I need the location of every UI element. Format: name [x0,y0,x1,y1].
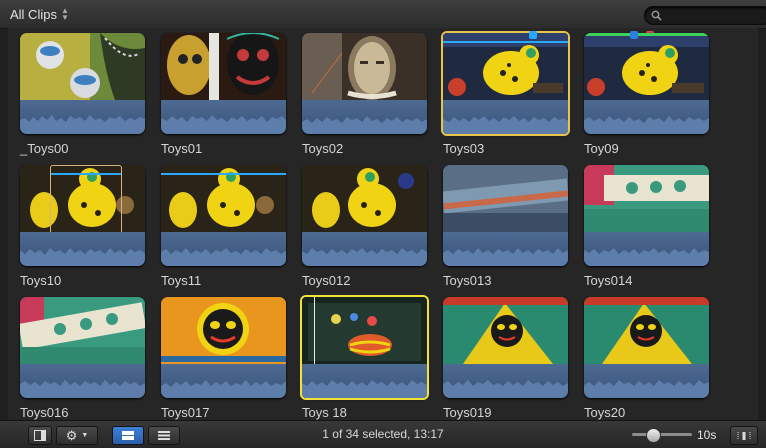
clip-filmstrip[interactable] [584,297,709,398]
clip-thumbnail [20,297,145,364]
clip-name: Toys013 [443,273,492,288]
audio-waveform [302,100,427,134]
clip-item[interactable]: Toys017 [161,297,286,420]
clip-name: Toys03 [443,141,485,156]
clip-name: Toys012 [302,273,351,288]
clip-filmstrip[interactable] [300,295,429,400]
clip-item[interactable]: Toys012 [302,165,427,290]
audio-waveform [584,232,709,266]
audio-waveform [443,232,568,266]
clip-thumbnail [584,297,709,364]
audio-waveform [584,100,709,134]
clip-height-icon [737,431,751,440]
clip-name: Toy09 [584,141,619,156]
range-selection-bar [443,41,568,43]
browser-toolbar: All Clips ▲ ▼ [0,0,766,29]
clip-filmstrip[interactable] [584,33,709,134]
clip-name: Toys019 [443,405,492,420]
clip-filmstrip[interactable] [443,297,568,398]
zoom-duration-label: 10s [697,428,717,442]
favorite-bar [584,33,709,36]
clip-thumbnail [161,297,286,364]
clip-name: Toys10 [20,273,62,288]
clip-name: Toys01 [161,141,203,156]
clip-item[interactable]: Toys01 [161,33,286,158]
audio-waveform [20,100,145,134]
clip-name: _Toys00 [20,141,69,156]
clip-item[interactable]: Toys10 [20,165,145,290]
clip-filter-label: All Clips [10,6,57,22]
search-field[interactable] [644,6,766,25]
zoom-slider-knob[interactable] [646,428,661,443]
clip-filmstrip[interactable] [161,297,286,398]
clip-item[interactable]: _Toys00 [20,33,145,158]
clip-name: Toys017 [161,405,210,420]
clip-name: Toys016 [20,405,69,420]
clip-filmstrip[interactable] [302,33,427,134]
clip-grid: _Toys00 Toys01 Toys02 Toys03 Toy09 Toys1… [8,28,758,420]
clip-name: Toys20 [584,405,626,420]
audio-waveform [20,364,145,398]
clip-item[interactable]: Toys013 [443,165,568,290]
clip-filmstrip[interactable] [161,165,286,266]
range-selection-bar [161,173,286,175]
clip-thumbnail [443,165,568,232]
clip-filmstrip[interactable] [443,165,568,266]
clip-zoom-slider[interactable] [632,428,692,443]
clip-item[interactable]: Toys016 [20,297,145,420]
clip-thumbnail [443,297,568,364]
marker-icon[interactable] [630,31,638,39]
clip-thumbnail [161,33,286,100]
audio-waveform [302,232,427,266]
clip-filmstrip[interactable] [20,297,145,398]
clip-item[interactable]: Toys014 [584,165,709,290]
clip-item[interactable]: Toys20 [584,297,709,420]
clip-item[interactable]: Toys02 [302,31,654,158]
clip-thumbnail [161,165,286,232]
clip-filmstrip[interactable] [20,33,145,134]
clip-height-button[interactable] [730,426,758,445]
clip-filmstrip[interactable] [584,165,709,266]
audio-waveform [161,364,286,398]
clip-thumbnail [302,165,427,232]
updown-arrows-icon: ▲ ▼ [60,6,69,22]
clip-thumbnail [443,33,568,100]
browser-bottom-bar: ⚙ ▼ 1 of 34 selected, 13:17 10s [0,420,766,448]
clip-thumbnail [302,297,427,364]
audio-waveform [161,100,286,134]
clip-filmstrip[interactable] [302,165,427,266]
clip-name: Toys11 [161,273,202,288]
clip-item[interactable]: Toy09 [584,31,709,158]
clip-item[interactable]: Toys 18 [300,295,429,420]
clip-filter-popup[interactable]: All Clips ▲ ▼ [10,5,69,23]
audio-waveform [161,232,286,266]
audio-waveform [584,364,709,398]
clip-item[interactable]: Toys11 [161,165,286,290]
clip-name: Toys014 [584,273,633,288]
clip-thumbnail [302,33,427,100]
clip-name: Toys 18 [302,405,347,420]
clip-item[interactable]: Toys019 [443,297,568,420]
clip-thumbnail [584,165,709,232]
clip-filmstrip[interactable] [441,31,570,136]
audio-waveform [443,100,568,134]
audio-waveform [20,232,145,266]
marker-icon[interactable] [529,31,537,39]
clip-thumbnail [20,33,145,100]
search-icon [651,10,662,21]
clip-filmstrip[interactable] [20,165,145,266]
clip-thumbnail [584,33,709,100]
clip-name: Toys02 [302,141,344,156]
clip-filmstrip[interactable] [161,33,286,134]
audio-waveform [302,364,427,398]
audio-waveform [443,364,568,398]
clip-item[interactable]: Toys03 [441,31,570,158]
